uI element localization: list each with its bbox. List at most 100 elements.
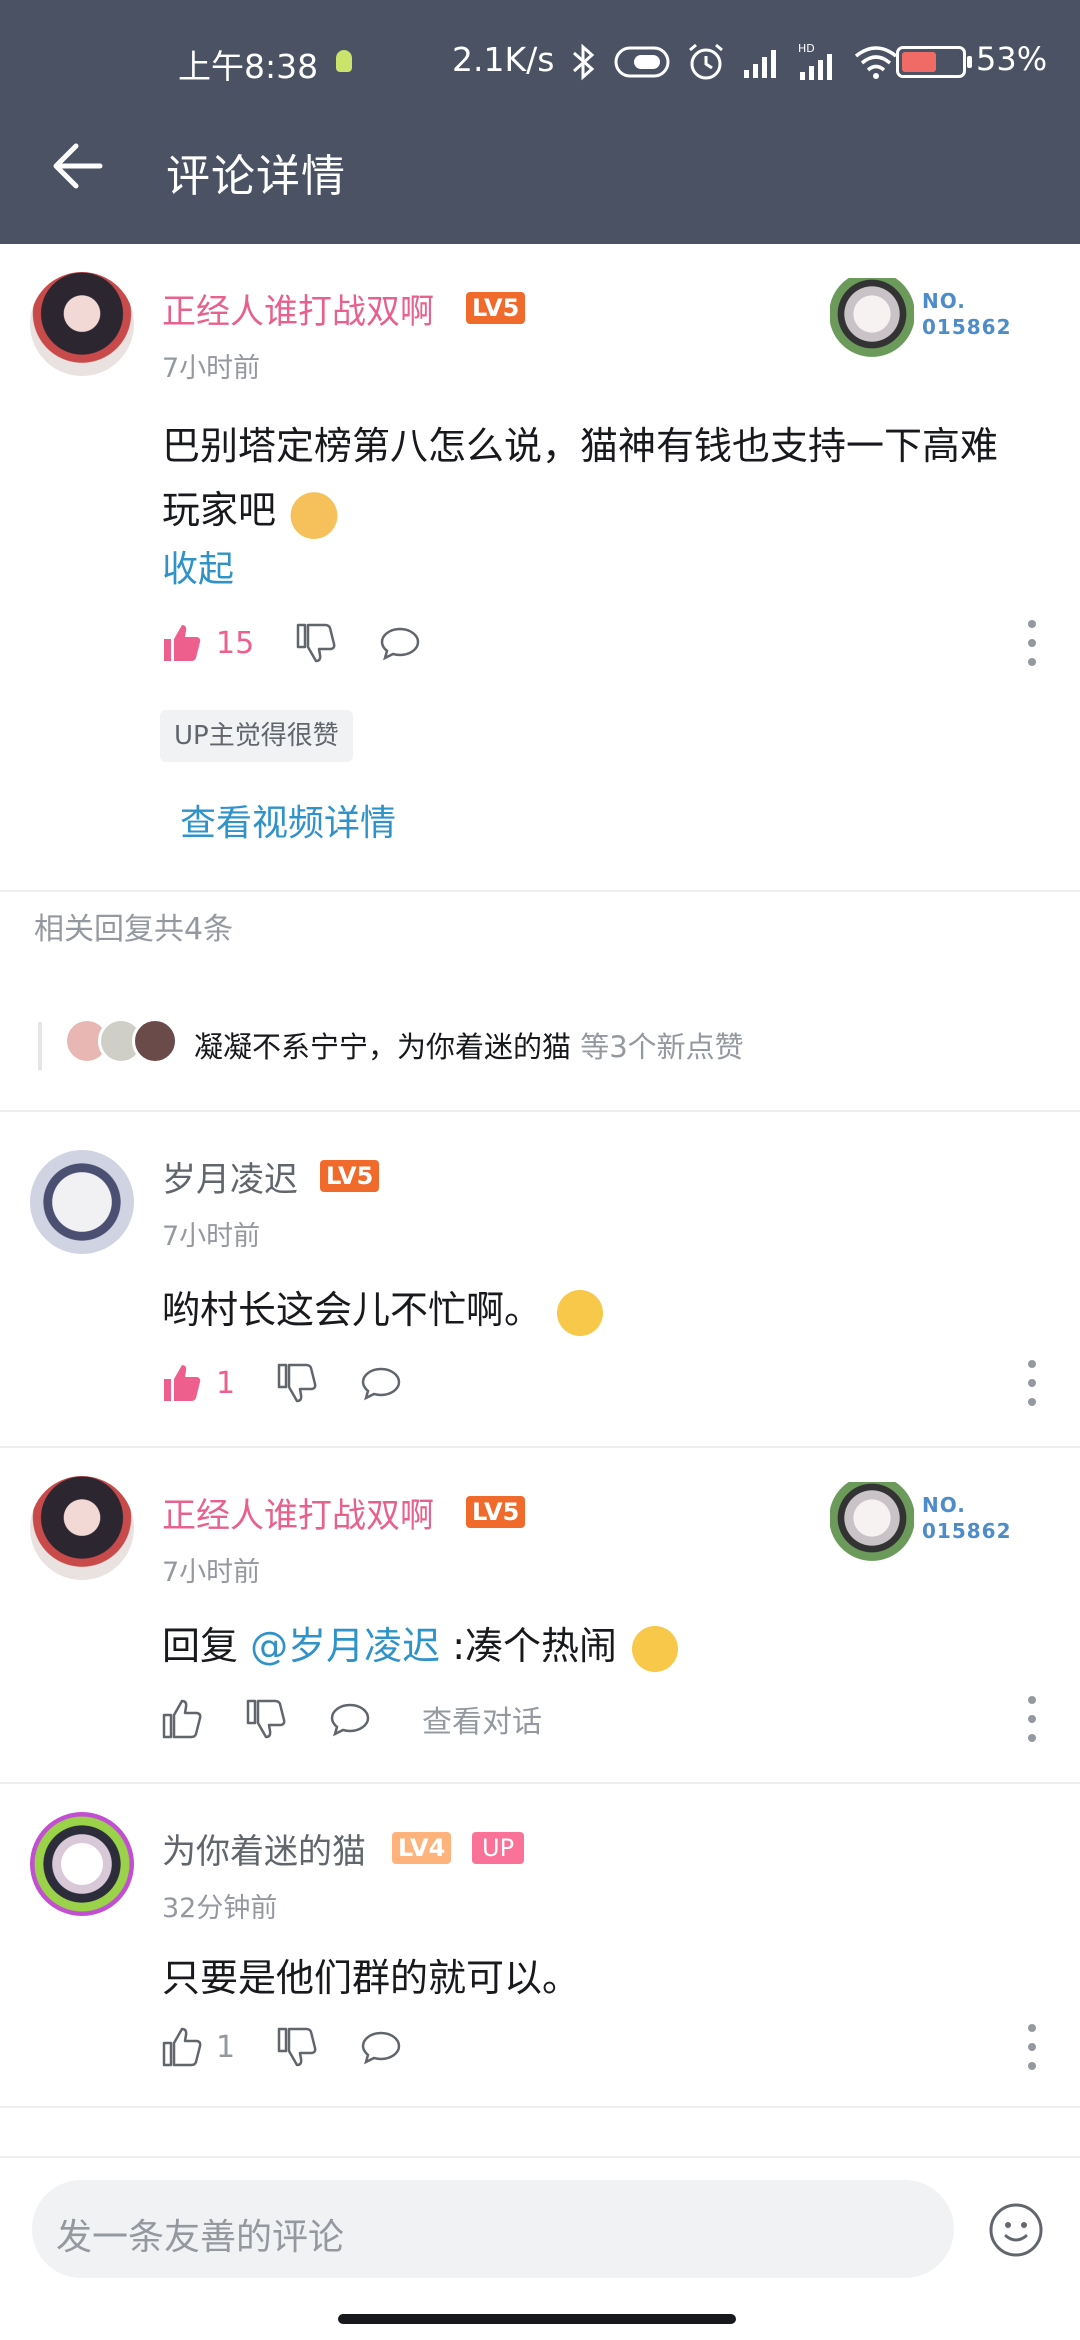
fan-badge-avatar-icon — [830, 278, 914, 358]
fan-badge[interactable]: NO. 015862 — [830, 1478, 1011, 1568]
dislike-button[interactable] — [294, 621, 338, 665]
vibrate-icon — [614, 46, 670, 78]
reply-prefix: 回复 — [162, 1624, 251, 1668]
app-bar: 评论详情 — [0, 110, 1080, 220]
thumbs-down-icon — [277, 2027, 317, 2067]
level-badge: LV4 — [392, 1832, 452, 1864]
thumbs-up-filled-icon — [164, 1365, 201, 1401]
network-speed: 2.1K/s — [452, 40, 555, 79]
like-button[interactable] — [160, 1697, 204, 1741]
thumbs-up-icon — [162, 2027, 202, 2067]
level-badge: LV5 — [320, 1160, 380, 1192]
emoji-icon[interactable] — [988, 2202, 1044, 2258]
comment-bubble-icon — [330, 1703, 370, 1737]
username[interactable]: 正经人谁打战双啊 — [162, 284, 434, 333]
comment-actions: 查看对话 — [160, 1694, 542, 1744]
comment-text: 巴别塔定榜第八怎么说，猫神有钱也支持一下高难玩家吧 — [162, 414, 1020, 542]
thumbs-down-icon — [277, 1363, 317, 1403]
comment-time: 7小时前 — [162, 353, 261, 384]
dislike-button[interactable] — [275, 2025, 319, 2069]
thumbs-up-icon — [162, 1699, 202, 1739]
status-icons: HD — [570, 34, 898, 90]
thumbs-up-filled-icon — [164, 625, 201, 661]
more-options-button[interactable] — [1024, 2024, 1040, 2070]
svg-text:HD: HD — [798, 42, 815, 55]
avatar[interactable] — [30, 1150, 134, 1254]
wifi-icon — [854, 46, 898, 79]
comment-text: 回复 @岁月凌迟 :凑个热闹 — [162, 1614, 1020, 1678]
likers-names: 凝凝不系宁宁，为你着迷的猫 — [194, 1030, 572, 1064]
reply-button[interactable] — [359, 1361, 403, 1405]
more-options-button[interactable] — [1024, 1696, 1040, 1742]
signal-icon — [744, 50, 776, 78]
avatar[interactable] — [30, 1476, 134, 1580]
reply-item: 岁月凌迟 LV5 7小时前 哟村长这会儿不忙啊。 1 — [0, 1112, 1080, 1448]
fan-badge[interactable]: NO. 015862 — [830, 274, 1011, 364]
more-options-button[interactable] — [1024, 620, 1040, 666]
comment-bubble-icon — [361, 1367, 401, 1401]
dislike-button[interactable] — [244, 1697, 288, 1741]
hd-signal-icon: HD — [798, 42, 832, 80]
main-comment: 正经人谁打战双啊 LV5 NO. 015862 7小时前 巴别塔定榜第八怎么说，… — [0, 244, 1080, 892]
cat-emoji-icon — [288, 486, 341, 539]
comment-bubble-icon — [361, 2031, 401, 2065]
like-button[interactable]: 1 — [160, 1361, 235, 1405]
dislike-button[interactable] — [275, 1361, 319, 1405]
alarm-icon — [689, 43, 723, 80]
home-indicator — [338, 2314, 736, 2324]
thumbs-down-icon — [246, 1699, 286, 1739]
up-liked-tag: UP主觉得很赞 — [160, 710, 353, 762]
username[interactable]: 岁月凌迟 — [162, 1152, 298, 1201]
liker-avatar — [132, 1018, 178, 1064]
collapse-link[interactable]: 收起 — [162, 540, 234, 592]
like-count: 15 — [216, 625, 255, 661]
comment-text-body: 只要是他们群的就可以。 — [162, 1956, 581, 2000]
username[interactable]: 为你着迷的猫 — [162, 1824, 366, 1873]
comment-actions: 15 — [160, 618, 462, 668]
more-options-button[interactable] — [1024, 1360, 1040, 1406]
bluetooth-icon — [573, 43, 595, 81]
reply-button[interactable] — [378, 621, 422, 665]
view-conversation-link[interactable]: 查看对话 — [422, 1697, 542, 1741]
status-bar: 上午8:38 2.1K/s HD 53% — [0, 30, 1080, 94]
smile-emoji-icon — [554, 1286, 607, 1339]
likers-suffix: 等3个新点赞 — [571, 1030, 744, 1064]
back-arrow-icon[interactable] — [46, 134, 110, 198]
new-likes-bar[interactable]: 凝凝不系宁宁，为你着迷的猫 等3个新点赞 — [0, 1012, 1080, 1112]
like-button[interactable]: 15 — [160, 621, 254, 665]
page-title: 评论详情 — [166, 151, 346, 202]
reply-item: 为你着迷的猫 LV4 UP 32分钟前 只要是他们群的就可以。 1 — [0, 1784, 1080, 2108]
comment-bubble-icon — [380, 627, 420, 661]
comment-input[interactable]: 发一条友善的评论 — [32, 2180, 954, 2278]
level-badge: LV5 — [466, 292, 526, 324]
avatar[interactable] — [30, 1812, 134, 1916]
notification-bulb-icon — [336, 50, 352, 72]
comment-time: 7小时前 — [162, 1557, 261, 1588]
comment-text-body: :凑个热闹 — [440, 1624, 617, 1668]
top-bar: 上午8:38 2.1K/s HD 53% 评论详情 — [0, 0, 1080, 244]
fan-badge-number: NO. 015862 — [922, 289, 1012, 339]
comment-text-body: 哟村长这会儿不忙啊。 — [162, 1288, 543, 1332]
comment-input-placeholder: 发一条友善的评论 — [56, 2217, 345, 2258]
comment-actions: 1 — [160, 1358, 443, 1408]
level-badge: LV5 — [466, 1496, 526, 1528]
comment-time: 7小时前 — [162, 1221, 261, 1252]
fan-badge-number: NO. 015862 — [922, 1493, 1012, 1543]
like-count: 1 — [216, 1365, 236, 1401]
reply-button[interactable] — [328, 1697, 372, 1741]
mention-link[interactable]: @岁月凌迟 — [250, 1624, 440, 1668]
fan-badge-avatar-icon — [830, 1482, 914, 1562]
reply-item: 正经人谁打战双啊 LV5 NO. 015862 7小时前 回复 @岁月凌迟 :凑… — [0, 1448, 1080, 1784]
quote-bar — [38, 1022, 42, 1070]
comment-actions: 1 — [160, 2022, 443, 2072]
comment-detail-content: 正经人谁打战双啊 LV5 NO. 015862 7小时前 巴别塔定榜第八怎么说，… — [0, 244, 1080, 2108]
like-button[interactable]: 1 — [160, 2025, 235, 2069]
reply-button[interactable] — [359, 2025, 403, 2069]
comment-input-bar: 发一条友善的评论 — [0, 2156, 1080, 2340]
avatar[interactable] — [30, 272, 134, 376]
username[interactable]: 正经人谁打战双啊 — [162, 1488, 434, 1537]
related-replies-count: 相关回复共4条 — [34, 912, 234, 947]
status-time: 上午8:38 — [178, 47, 319, 86]
view-video-detail-link[interactable]: 查看视频详情 — [180, 794, 396, 846]
comment-text: 哟村长这会儿不忙啊。 — [162, 1278, 1020, 1342]
